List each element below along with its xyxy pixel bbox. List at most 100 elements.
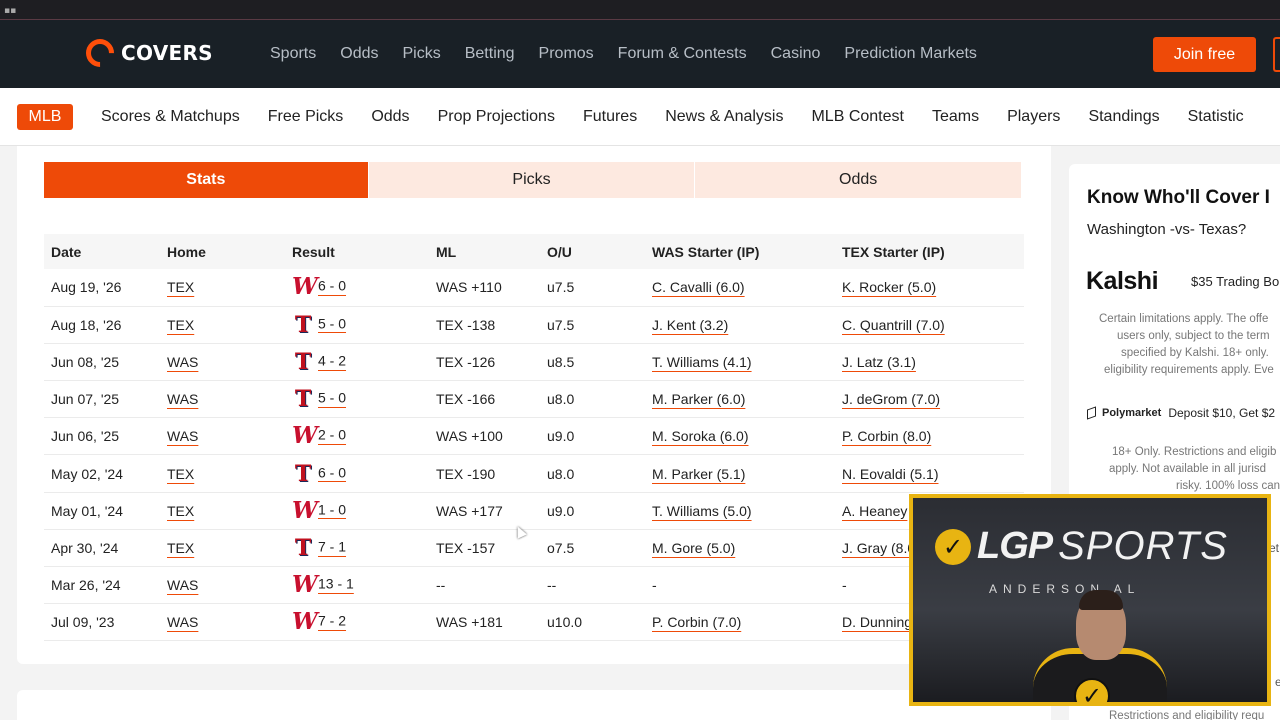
kalshi-offer[interactable]: $35 Trading Bo (1191, 274, 1279, 289)
nav-picks[interactable]: Picks (403, 45, 441, 63)
table-row: Aug 19, '26 TEX W6 - 0 WAS +110 u7.5 C. Caval… (44, 269, 1024, 307)
table-row: May 02, '24 TEX T 6 - 0 TEX -190 u8.0 M. Parke… (44, 454, 1024, 493)
subnav-teams[interactable]: Teams (932, 108, 979, 126)
polymarket-icon (1087, 406, 1096, 420)
result-score-link[interactable]: 5 - 0 (318, 390, 346, 406)
cell-result: T 6 - 0 (285, 454, 429, 493)
matchup-tabs: Stats Picks Odds (44, 162, 1022, 198)
cell-ml: WAS +110 (429, 269, 540, 307)
tex-starter-link[interactable]: J. deGrom (7.0) (842, 391, 940, 407)
nav-prediction-markets[interactable]: Prediction Markets (844, 45, 977, 63)
nationals-logo-icon: W (292, 273, 318, 301)
home-team-link[interactable]: WAS (167, 614, 198, 630)
tab-stats[interactable]: Stats (44, 162, 368, 198)
cell-ou: u8.0 (540, 454, 645, 493)
cell-date: Jun 06, '25 (44, 417, 160, 456)
cell-home: TEX (160, 454, 285, 493)
cell-was-starter: M. Parker (5.1) (645, 454, 835, 493)
cell-date: Jun 08, '25 (44, 343, 160, 382)
join-free-button[interactable]: Join free (1153, 37, 1256, 72)
result-score-link[interactable]: 6 - 0 (318, 464, 346, 480)
cell-ml: TEX -190 (429, 454, 540, 493)
subnav-scores-matchups[interactable]: Scores & Matchups (101, 108, 240, 126)
nav-forum-contests[interactable]: Forum & Contests (618, 45, 747, 63)
lgp-sports-logo: ✓ LGP SPORTS (935, 524, 1228, 569)
home-team-link[interactable]: WAS (167, 391, 198, 407)
poly-fine-1: 18+ Only. Restrictions and eligib (1112, 446, 1277, 458)
home-team-link[interactable]: WAS (167, 428, 198, 444)
tex-starter-link[interactable]: J. Latz (3.1) (842, 354, 916, 370)
header-ou: O/U (540, 234, 645, 269)
home-team-link[interactable]: TEX (167, 466, 194, 482)
subnav-futures[interactable]: Futures (583, 108, 637, 126)
result-score-link[interactable]: 5 - 0 (318, 315, 346, 331)
was-starter-link[interactable]: J. Kent (3.2) (652, 317, 728, 333)
home-team-link[interactable]: WAS (167, 354, 198, 370)
header-was-starter: WAS Starter (IP) (645, 234, 835, 269)
home-team-link[interactable]: TEX (167, 503, 194, 519)
covers-logo[interactable]: COVERS (80, 33, 213, 73)
cell-ou: u10.0 (540, 603, 645, 642)
tab-picks[interactable]: Picks (368, 162, 695, 198)
tex-starter-link[interactable]: J. Gray (8.0 (842, 540, 915, 556)
result-score-link[interactable]: 4 - 2 (318, 353, 346, 369)
result-score-link[interactable]: 2 - 0 (318, 427, 346, 443)
was-starter-link[interactable]: M. Parker (6.0) (652, 391, 745, 407)
cell-home: WAS (160, 380, 285, 419)
main-navigation: COVERS Sports Odds Picks Betting Promos … (0, 20, 1280, 88)
was-starter-link[interactable]: M. Gore (5.0) (652, 540, 735, 556)
tex-starter-link[interactable]: N. Eovaldi (5.1) (842, 466, 938, 482)
subnav-odds[interactable]: Odds (371, 108, 409, 126)
result-score-link[interactable]: 6 - 0 (318, 278, 346, 294)
was-starter-link[interactable]: C. Cavalli (6.0) (652, 279, 745, 295)
nav-betting[interactable]: Betting (465, 45, 515, 63)
nav-sports[interactable]: Sports (270, 45, 316, 63)
login-button-edge[interactable] (1273, 37, 1280, 72)
was-starter-link[interactable]: P. Corbin (7.0) (652, 614, 741, 630)
was-starter-link[interactable]: M. Soroka (6.0) (652, 428, 748, 444)
result-score-link[interactable]: 7 - 1 (318, 539, 346, 555)
subnav-prop-projections[interactable]: Prop Projections (438, 108, 555, 126)
table-header-row: Date Home Result ML O/U WAS Starter (IP)… (44, 234, 1024, 269)
home-team-link[interactable]: WAS (167, 577, 198, 593)
kalshi-logo[interactable]: Kalshi (1086, 267, 1159, 296)
header-tex-starter: TEX Starter (IP) (835, 234, 1024, 269)
polymarket-offer-row[interactable]: Polymarket Deposit $10, Get $2 (1087, 406, 1275, 420)
home-team-link[interactable]: TEX (167, 317, 194, 333)
tab-odds[interactable]: Odds (695, 162, 1022, 198)
tex-starter-link[interactable]: C. Quantrill (7.0) (842, 317, 945, 333)
tex-starter-link[interactable]: D. Dunning (842, 614, 912, 630)
subnav-standings[interactable]: Standings (1088, 108, 1159, 126)
cell-home: WAS (160, 566, 285, 605)
cell-was-starter: T. Williams (5.0) (645, 492, 835, 530)
result-score-link[interactable]: 13 - 1 (318, 576, 354, 592)
nav-casino[interactable]: Casino (771, 45, 821, 63)
cell-home: WAS (160, 603, 285, 642)
result-score-link[interactable]: 1 - 0 (318, 501, 346, 517)
subnav-free-picks[interactable]: Free Picks (268, 108, 344, 126)
nav-promos[interactable]: Promos (539, 45, 594, 63)
cell-ml: TEX -166 (429, 380, 540, 419)
result-score-link[interactable]: 7 - 2 (318, 613, 346, 629)
was-starter-link[interactable]: M. Parker (5.1) (652, 466, 745, 482)
nav-odds[interactable]: Odds (340, 45, 378, 63)
cell-ou: u9.0 (540, 492, 645, 530)
subnav-news-analysis[interactable]: News & Analysis (665, 108, 783, 126)
subnav-mlb-contest[interactable]: MLB Contest (811, 108, 903, 126)
was-starter-link[interactable]: T. Williams (5.0) (652, 503, 752, 519)
home-team-link[interactable]: TEX (167, 540, 194, 556)
subnav-statistics[interactable]: Statistic (1188, 108, 1244, 126)
header-home: Home (160, 234, 285, 269)
nationals-logo-icon: W (292, 608, 318, 636)
tex-starter-link[interactable]: K. Rocker (5.0) (842, 279, 936, 295)
subnav-mlb-active[interactable]: MLB (17, 104, 73, 130)
cell-ml: WAS +100 (429, 417, 540, 456)
check-badge-icon: ✓ (935, 528, 971, 565)
was-starter-link[interactable]: T. Williams (4.1) (652, 354, 752, 370)
home-team-link[interactable]: TEX (167, 279, 194, 295)
subnav-players[interactable]: Players (1007, 108, 1060, 126)
tex-starter-link[interactable]: P. Corbin (8.0) (842, 428, 931, 444)
tex-starter-link[interactable]: A. Heaney (842, 503, 907, 519)
window-grip-icon[interactable]: ▪▪ (4, 6, 16, 16)
poly-fine-2: apply. Not available in all jurisd (1109, 463, 1267, 475)
